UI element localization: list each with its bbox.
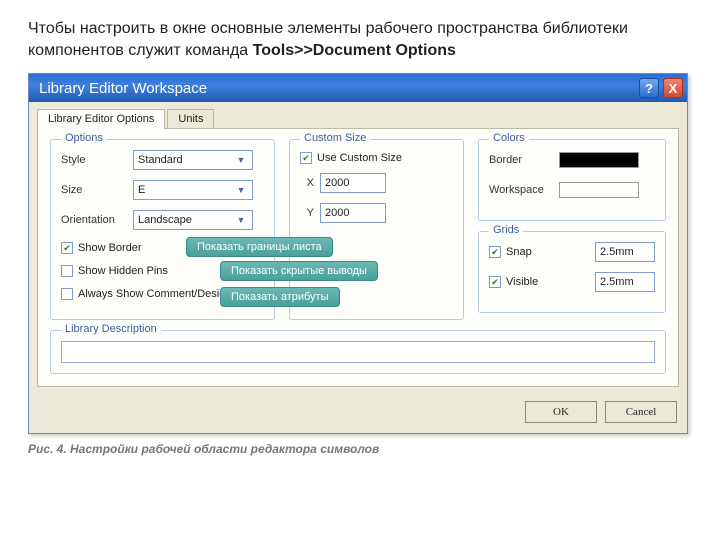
checkbox-icon bbox=[300, 152, 312, 164]
callout-show-attributes: Показать атрибуты bbox=[220, 287, 340, 307]
figure-caption: Рис. 4. Настройки рабочей области редакт… bbox=[28, 442, 692, 456]
y-field[interactable]: 2000 bbox=[320, 203, 386, 223]
x-label: X bbox=[300, 177, 320, 189]
visible-field[interactable]: 2.5mm bbox=[595, 272, 655, 292]
group-library-description: Library Description bbox=[50, 330, 666, 374]
callout-show-border: Показать границы листа bbox=[186, 237, 333, 257]
tab-units[interactable]: Units bbox=[167, 109, 214, 129]
group-colors-title: Colors bbox=[489, 132, 529, 144]
orientation-value: Landscape bbox=[138, 214, 192, 226]
workspace-color-label: Workspace bbox=[489, 184, 559, 196]
group-colors: Colors Border Workspace bbox=[478, 139, 666, 221]
size-value: E bbox=[138, 184, 145, 196]
intro-command: Tools>>Document Options bbox=[253, 42, 456, 59]
snap-value: 2.5mm bbox=[600, 246, 634, 258]
checkbox-icon bbox=[489, 276, 501, 288]
chevron-down-icon: ▼ bbox=[234, 155, 248, 165]
group-desc-title: Library Description bbox=[61, 323, 161, 335]
show-hidden-pins-label: Show Hidden Pins bbox=[78, 265, 168, 277]
tab-panel: Options Style Standard ▼ Size E ▼ bbox=[37, 128, 679, 387]
tab-library-editor-options[interactable]: Library Editor Options bbox=[37, 109, 165, 129]
titlebar[interactable]: Library Editor Workspace ? X bbox=[29, 74, 687, 102]
group-grids: Grids Snap 2.5mm Visible 2.5mm bbox=[478, 231, 666, 313]
chevron-down-icon: ▼ bbox=[234, 185, 248, 195]
group-custom-title: Custom Size bbox=[300, 132, 370, 144]
snap-check[interactable]: Snap bbox=[489, 244, 595, 260]
snap-field[interactable]: 2.5mm bbox=[595, 242, 655, 262]
size-combo[interactable]: E ▼ bbox=[133, 180, 253, 200]
window-title: Library Editor Workspace bbox=[39, 80, 207, 97]
callout-show-hidden: Показать скрытые выводы bbox=[220, 261, 378, 281]
help-button[interactable]: ? bbox=[639, 78, 659, 98]
close-button[interactable]: X bbox=[663, 78, 683, 98]
y-value: 2000 bbox=[325, 207, 349, 219]
dialog-buttons: OK Cancel bbox=[29, 395, 687, 433]
size-label: Size bbox=[61, 184, 133, 196]
show-border-label: Show Border bbox=[78, 242, 142, 254]
style-combo[interactable]: Standard ▼ bbox=[133, 150, 253, 170]
workspace-color-swatch[interactable] bbox=[559, 182, 639, 198]
border-color-label: Border bbox=[489, 154, 559, 166]
chevron-down-icon: ▼ bbox=[234, 215, 248, 225]
orientation-combo[interactable]: Landscape ▼ bbox=[133, 210, 253, 230]
y-label: Y bbox=[300, 207, 320, 219]
border-color-swatch[interactable] bbox=[559, 152, 639, 168]
cancel-button[interactable]: Cancel bbox=[605, 401, 677, 423]
style-label: Style bbox=[61, 154, 133, 166]
use-custom-size-label: Use Custom Size bbox=[317, 152, 402, 164]
snap-label: Snap bbox=[506, 246, 532, 258]
ok-button[interactable]: OK bbox=[525, 401, 597, 423]
group-options-title: Options bbox=[61, 132, 107, 144]
x-field[interactable]: 2000 bbox=[320, 173, 386, 193]
checkbox-icon bbox=[61, 265, 73, 277]
dialog-window: Library Editor Workspace ? X Library Edi… bbox=[28, 73, 688, 434]
checkbox-icon bbox=[61, 242, 73, 254]
library-description-input[interactable] bbox=[61, 341, 655, 363]
visible-check[interactable]: Visible bbox=[489, 274, 595, 290]
orientation-label: Orientation bbox=[61, 214, 133, 226]
style-value: Standard bbox=[138, 154, 183, 166]
checkbox-icon bbox=[61, 288, 73, 300]
visible-value: 2.5mm bbox=[600, 276, 634, 288]
tab-bar: Library Editor Options Units bbox=[29, 102, 687, 128]
group-grids-title: Grids bbox=[489, 224, 523, 236]
intro-text: Чтобы настроить в окне основные элементы… bbox=[28, 18, 692, 61]
visible-label: Visible bbox=[506, 276, 538, 288]
use-custom-size-check[interactable]: Use Custom Size bbox=[300, 150, 453, 166]
checkbox-icon bbox=[489, 246, 501, 258]
x-value: 2000 bbox=[325, 177, 349, 189]
